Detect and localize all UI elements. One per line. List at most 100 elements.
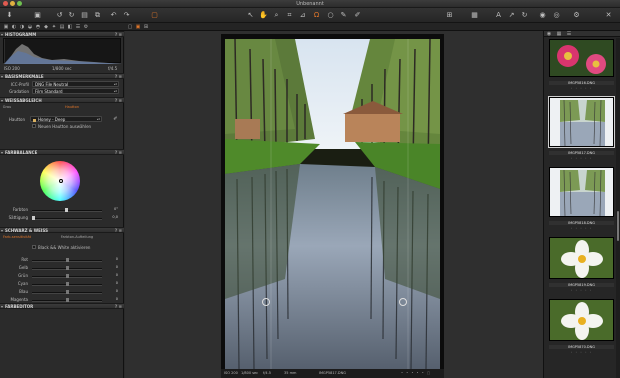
- spot-icon[interactable]: ○: [326, 11, 335, 20]
- adjust-tab-icon[interactable]: ✦: [51, 24, 57, 30]
- browser-view-icon[interactable]: ◉: [546, 31, 552, 37]
- bw-channel-knob[interactable]: [66, 274, 69, 278]
- tools-icon[interactable]: ✕: [604, 11, 613, 20]
- thumbnail-rating[interactable]: • • • • •: [549, 226, 614, 230]
- color-wheel-handle[interactable]: [59, 179, 63, 183]
- icc-profile-select[interactable]: DNG File Neutral: [32, 81, 119, 87]
- hue-value[interactable]: 0°: [110, 207, 118, 212]
- browser-scroll-thumb[interactable]: [617, 211, 619, 241]
- status-aperture: f/4.5: [263, 371, 271, 375]
- viewer-multi-icon[interactable]: ▣: [135, 24, 141, 30]
- thumbnail-label: IMGP5819.DNG: [549, 283, 614, 287]
- export-icon[interactable]: ▤: [80, 11, 89, 20]
- folder-icon[interactable]: ▣: [33, 11, 42, 20]
- library-icon[interactable]: ▣: [3, 24, 9, 30]
- color-balance-header[interactable]: FARBBALANCE? ≡: [0, 149, 124, 155]
- saturation-label: Sättigung: [8, 215, 28, 220]
- cursor-icon[interactable]: ↖: [246, 11, 255, 20]
- rotate-left-icon[interactable]: ↺: [55, 11, 64, 20]
- viewer-single-icon[interactable]: ▢: [127, 24, 133, 30]
- stop-icon[interactable]: ◎: [552, 11, 561, 20]
- bw-channel-knob[interactable]: [66, 290, 69, 294]
- camera-icon[interactable]: ◉: [538, 11, 547, 20]
- browser-grid-icon[interactable]: ▦: [556, 31, 562, 37]
- thumbnail-image[interactable]: [549, 237, 614, 279]
- table-icon[interactable]: ▦: [470, 11, 479, 20]
- color-editor-header[interactable]: FARBEDITOR? ≡: [0, 303, 124, 309]
- bw-channel-knob[interactable]: [66, 282, 69, 286]
- rotate-icon[interactable]: ↻: [520, 11, 529, 20]
- import-icon[interactable]: ⬇: [5, 11, 14, 20]
- hue-slider-knob[interactable]: [65, 208, 68, 212]
- tab-gray[interactable]: Grau: [2, 105, 12, 110]
- white-balance-header[interactable]: WEISSABGLEICH? ≡: [0, 97, 124, 103]
- rotate-right-icon[interactable]: ↻: [67, 11, 76, 20]
- exposure-tab-icon[interactable]: ◒: [27, 24, 33, 30]
- tab-split-toning[interactable]: Farbton-Aufteilung: [60, 235, 94, 240]
- saturation-value[interactable]: 0,0: [110, 215, 118, 220]
- base-characteristics-header[interactable]: BASISMERKMALE? ≡: [0, 73, 124, 79]
- bw-enable-checkbox[interactable]: [32, 245, 36, 249]
- text-icon[interactable]: A: [494, 11, 503, 20]
- thumbnail-label: IMGP5870.DNG: [549, 345, 614, 349]
- zoom-icon[interactable]: ⌕: [272, 11, 281, 20]
- keystone-icon[interactable]: Ω: [312, 11, 321, 20]
- bw-channel-knob[interactable]: [66, 298, 69, 302]
- details-tab-icon[interactable]: ◆: [43, 24, 49, 30]
- capture-icon[interactable]: ▢: [150, 11, 159, 20]
- batch-tab-icon[interactable]: ☰: [75, 24, 81, 30]
- thumbnail-rating[interactable]: • • • • •: [549, 156, 614, 160]
- gear-icon[interactable]: ⚙: [572, 11, 581, 20]
- histogram-header[interactable]: HISTOGRAMM? ≡: [0, 31, 124, 37]
- grid-icon[interactable]: ⊞: [445, 11, 454, 20]
- browser-scrollbar[interactable]: [616, 38, 620, 378]
- thumbnail-image[interactable]: [548, 96, 615, 148]
- bw-channel-value[interactable]: 0: [110, 273, 118, 278]
- brush-icon[interactable]: ✎: [339, 11, 348, 20]
- skin-picker-icon[interactable]: ✐: [111, 115, 120, 124]
- main-photo[interactable]: [225, 39, 440, 369]
- skin-tone-select[interactable]: Honey - Deep: [30, 116, 102, 122]
- thumbnail-rating[interactable]: • • • • •: [549, 86, 614, 90]
- thumbnail-image[interactable]: [549, 167, 614, 217]
- image-viewer[interactable]: ISO 200 1/800 sec f/4.5 35 mm IMGP5817.D…: [125, 31, 543, 378]
- thumbnail-rating[interactable]: • • • • •: [549, 288, 614, 292]
- thumbnail-image[interactable]: [549, 299, 614, 341]
- lens-tab-icon[interactable]: ◓: [35, 24, 41, 30]
- output-tab-icon[interactable]: ◧: [67, 24, 73, 30]
- redo-icon[interactable]: ↷: [122, 11, 131, 20]
- gradation-select[interactable]: Film Standard: [32, 88, 119, 94]
- new-skin-tone-checkbox[interactable]: [32, 124, 36, 128]
- thumbnail-image[interactable]: [549, 39, 614, 77]
- viewer-grid-icon[interactable]: ⊞: [143, 24, 149, 30]
- bw-channel-knob[interactable]: [66, 266, 69, 270]
- pan-icon[interactable]: ✋: [259, 11, 268, 20]
- picker-icon[interactable]: ✐: [353, 11, 362, 20]
- tab-color-sensitivity[interactable]: Farb-sensitivität: [2, 235, 32, 240]
- keystone-handle-left[interactable]: [262, 298, 270, 306]
- saturation-slider-knob[interactable]: [32, 216, 35, 220]
- tab-skin-tone[interactable]: Hautton: [62, 105, 82, 110]
- straighten-icon[interactable]: ⊿: [298, 11, 307, 20]
- bw-channel-label: Cyan: [17, 281, 28, 286]
- capture-tab-icon[interactable]: ◐: [11, 24, 17, 30]
- black-white-header[interactable]: SCHWARZ & WEISS? ≡: [0, 227, 124, 233]
- saturation-slider[interactable]: [32, 218, 102, 220]
- batch-icon[interactable]: ⧉: [93, 11, 102, 20]
- settings-tab-icon[interactable]: ⚙: [83, 24, 89, 30]
- rating-dots[interactable]: • • • • • ▢: [401, 371, 431, 375]
- bw-channel-value[interactable]: 0: [110, 257, 118, 262]
- bw-channel-knob[interactable]: [66, 258, 69, 262]
- thumbnail-rating[interactable]: • • • • •: [549, 350, 614, 354]
- undo-icon[interactable]: ↶: [109, 11, 118, 20]
- color-tab-icon[interactable]: ◑: [19, 24, 25, 30]
- bw-channel-value[interactable]: 0: [110, 289, 118, 294]
- bw-channel-value[interactable]: 0: [110, 265, 118, 270]
- meta-tab-icon[interactable]: ▤: [59, 24, 65, 30]
- keystone-handle-right[interactable]: [399, 298, 407, 306]
- crop-icon[interactable]: ⌗: [285, 11, 294, 20]
- bw-channel-value[interactable]: 0: [110, 297, 118, 302]
- bw-channel-value[interactable]: 0: [110, 281, 118, 286]
- browser-list-icon[interactable]: ☰: [566, 31, 572, 37]
- pin-icon[interactable]: ↗: [507, 11, 516, 20]
